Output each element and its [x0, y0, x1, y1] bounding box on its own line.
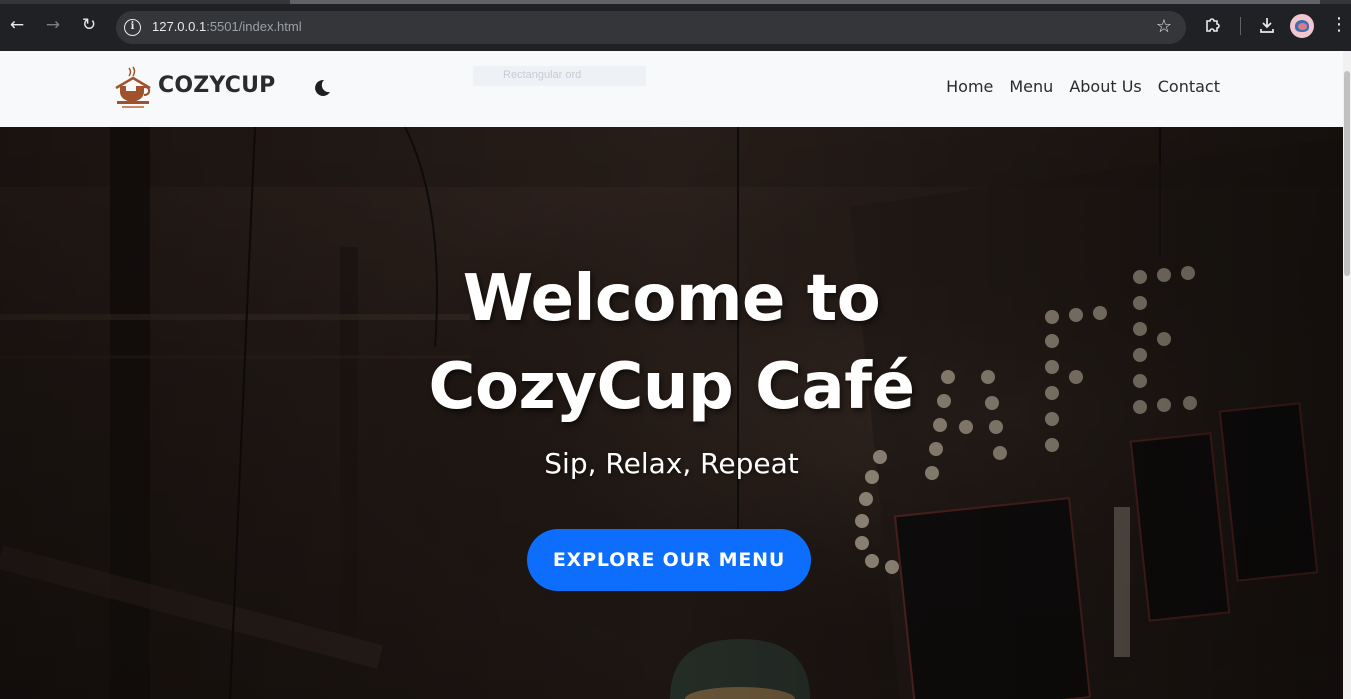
toolbar-separator — [1240, 17, 1241, 35]
cozycup-logo[interactable] — [114, 66, 152, 112]
url-host: 127.0.0.1 — [152, 19, 207, 34]
back-button[interactable]: ← — [6, 14, 28, 36]
page-scrollbar[interactable] — [1343, 51, 1351, 699]
broken-image-alt-text: Rectangular ord — [503, 69, 582, 81]
brand-name[interactable]: COZYCUP — [158, 73, 275, 98]
forward-button[interactable]: → — [42, 14, 64, 36]
active-tab-indicator — [290, 0, 1320, 4]
info-icon[interactable]: i — [124, 19, 141, 36]
star-icon[interactable]: ☆ — [1156, 16, 1172, 37]
url-text[interactable]: 127.0.0.1:5501/index.html — [152, 19, 302, 34]
broken-image: Rectangular ord — [473, 66, 646, 86]
nav-link-about-us[interactable]: About Us — [1069, 77, 1141, 96]
scrollbar-thumb[interactable] — [1344, 71, 1350, 276]
nav-link-contact[interactable]: Contact — [1158, 77, 1220, 96]
url-path: :5501/index.html — [206, 19, 302, 34]
arrow-left-icon: ← — [9, 15, 25, 35]
nav-links: Home Menu About Us Contact — [946, 77, 1220, 96]
downloads-button[interactable] — [1255, 14, 1279, 40]
theme-toggle-button[interactable] — [310, 77, 332, 99]
site-navbar: COZYCUP Rectangular ord Home Menu About … — [0, 51, 1343, 127]
nav-link-menu[interactable]: Menu — [1009, 77, 1053, 96]
moon-icon — [315, 79, 330, 96]
puzzle-icon — [1206, 18, 1220, 32]
browser-chrome: ← → ↻ i 127.0.0.1:5501/index.html ☆ ⋮ — [0, 0, 1351, 51]
nav-link-home[interactable]: Home — [946, 77, 993, 96]
hero-subtitle: Sip, Relax, Repeat — [544, 447, 799, 480]
hero-title-line-1: Welcome to — [462, 262, 881, 336]
avatar[interactable] — [1290, 14, 1314, 38]
tab-strip — [0, 0, 1351, 4]
address-bar[interactable]: i 127.0.0.1:5501/index.html ☆ — [116, 11, 1186, 44]
reload-icon: ↻ — [81, 15, 97, 35]
explore-menu-button[interactable]: EXPLORE OUR MENU — [527, 529, 811, 591]
hero-title: Welcome to CozyCup Café — [0, 255, 1343, 431]
hero-section: Welcome to CozyCup Café Sip, Relax, Repe… — [0, 127, 1343, 699]
avatar-graphic-face — [1298, 23, 1307, 30]
reload-button[interactable]: ↻ — [78, 14, 100, 36]
hero-title-line-2: CozyCup Café — [428, 350, 915, 424]
arrow-right-icon: → — [45, 15, 61, 35]
download-icon — [1260, 18, 1274, 33]
kebab-menu-icon[interactable]: ⋮ — [1330, 14, 1348, 36]
extensions-button[interactable] — [1201, 14, 1225, 40]
page-viewport: COZYCUP Rectangular ord Home Menu About … — [0, 51, 1343, 699]
